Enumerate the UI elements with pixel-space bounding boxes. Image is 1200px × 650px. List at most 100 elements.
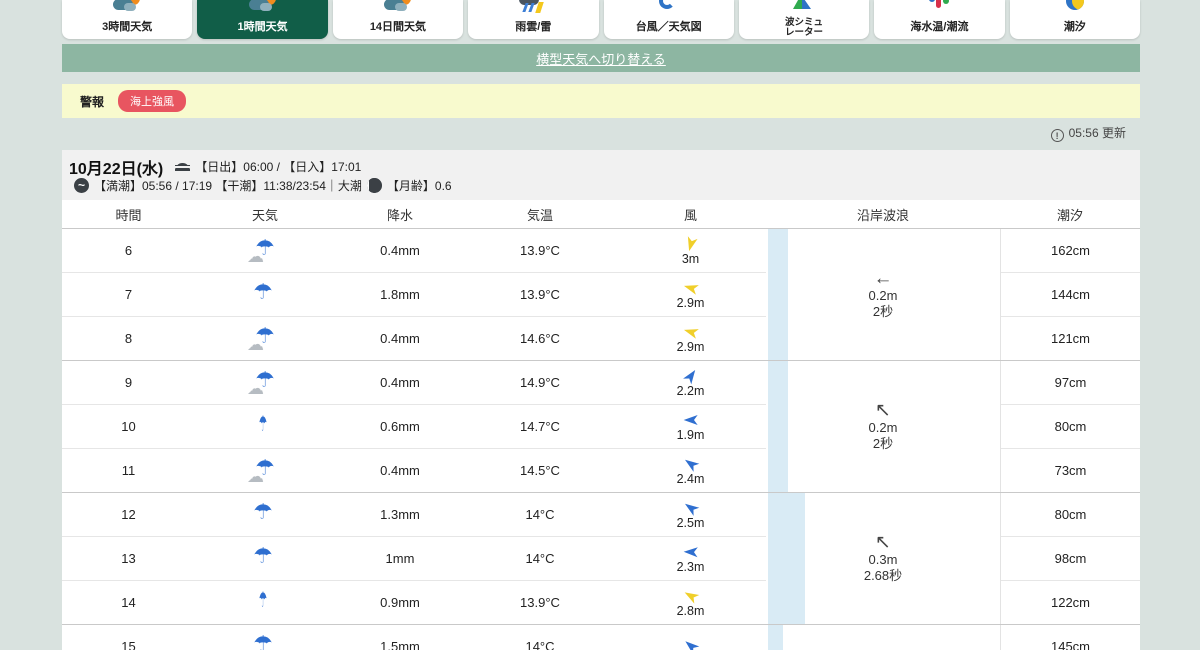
- hourly-rows: 6 ☁☂ 0.4mm 13.9°C 3m 7 ☁☂ 1.8mm 13.9°C 2…: [62, 229, 766, 650]
- tab-14day-weather[interactable]: 14日間天気: [332, 0, 464, 39]
- table-row: 12 ☁☂ 1.3mm 14°C 2.5m: [62, 493, 766, 537]
- umbrella-icon: ☂: [253, 543, 273, 568]
- wind-cell: 2.2m: [615, 368, 766, 398]
- sunrise-icon: [175, 159, 191, 174]
- umbrella-icon: ☂: [253, 631, 273, 650]
- tab-tide[interactable]: 潮汐: [1009, 0, 1140, 39]
- weather-cell: ☁☂: [195, 278, 335, 311]
- moon-age: 【月齢】0.6: [386, 179, 452, 193]
- wave-height: 0.2m: [868, 420, 898, 435]
- temp-value: 13.9°C: [520, 287, 560, 302]
- tab-3hour-weather[interactable]: 3時間天気: [62, 0, 193, 39]
- tide-value: 73cm: [1001, 449, 1140, 493]
- weather-cell: ☁☂: [195, 322, 335, 355]
- precip-value: 0.9mm: [380, 595, 420, 610]
- tab-typhoon-chart[interactable]: 台風／天気図: [603, 0, 734, 39]
- wind-direction-icon: [681, 322, 701, 342]
- tide-value: 97cm: [1001, 361, 1140, 405]
- hourly-forecast-card: 10月22日(水) 【日出】06:00 / 【日入】17:01 【満潮】05:5…: [62, 150, 1140, 650]
- hour-value: 12: [121, 507, 136, 522]
- precip-value: 0.4mm: [380, 331, 420, 346]
- weather-cell: ☁☂: [195, 586, 335, 619]
- temp-value: 14.6°C: [520, 331, 560, 346]
- rain-weather-icon: ☁☂: [247, 366, 282, 398]
- wave-height-bar: [768, 625, 783, 650]
- tab-label: 台風／天気図: [635, 21, 702, 33]
- warning-badge[interactable]: 海上強風: [118, 90, 187, 112]
- weather-cell: ☁☂: [195, 542, 335, 575]
- tide-value: 121cm: [1001, 317, 1140, 361]
- wind-direction-icon: [679, 635, 702, 650]
- weather-cell: ☁☂: [195, 234, 335, 267]
- sunrise-sunset-times: 【日出】06:00 / 【日入】17:01: [195, 160, 362, 174]
- hour-value: 11: [121, 463, 136, 478]
- wave-group: ↖ 0.3m 2.68秒: [766, 493, 1000, 625]
- group-divider: [62, 492, 1140, 493]
- table-row: 8 ☁ ☂ 0.4mm 14.6°C 2.9m: [62, 317, 766, 361]
- table-row: 9 ☁ ☂ 0.4mm 14.9°C 2.2m: [62, 361, 766, 405]
- col-header-wind: 風: [683, 207, 697, 223]
- coastal-wave-column: ← 0.2m 2秒 ↖ 0.2m 2秒 ↖ 0.3m 2.68秒: [766, 229, 1000, 650]
- tab-wave-simulator[interactable]: 波シミュ レーター: [738, 0, 870, 39]
- wind-cell: 2.5m: [615, 500, 766, 530]
- rain-weather-icon: ☁☂: [248, 542, 282, 572]
- wind-speed: 2.9m: [676, 295, 705, 310]
- table-row: 10 ☁☂ 0.6mm 14.7°C 1.9m: [62, 405, 766, 449]
- rain-weather-icon: ☁☂: [247, 234, 282, 266]
- temp-value: 14.9°C: [520, 375, 560, 390]
- wave-height: 0.2m: [868, 288, 898, 303]
- tab-1hour-weather[interactable]: 1時間天気: [197, 0, 328, 39]
- rain-weather-icon: ☁☂: [248, 630, 282, 650]
- wind-cell: [615, 638, 766, 650]
- rain-weather-icon: ☁☂: [247, 454, 282, 486]
- table-header: 時間 天気 降水 気温 風 沿岸波浪 潮汐: [62, 200, 1140, 229]
- precip-value: 0.4mm: [380, 463, 420, 478]
- tide-value: 98cm: [1001, 537, 1140, 581]
- hour-value: 15: [121, 639, 136, 650]
- wind-speed: 2.2m: [676, 383, 705, 398]
- wind-speed: 2.5m: [676, 515, 705, 530]
- wave-direction-icon: ←: [873, 268, 893, 289]
- umbrella-icon: ☂: [255, 367, 275, 392]
- info-icon: !: [1050, 129, 1064, 142]
- rain-weather-icon: ☁☂: [248, 410, 282, 440]
- temp-value: 14.7°C: [520, 419, 560, 434]
- wind-direction-icon: [683, 412, 699, 428]
- tide-value: 122cm: [1001, 581, 1140, 625]
- rain-weather-icon: ☁☂: [248, 498, 282, 528]
- wave-group: [766, 625, 1000, 650]
- wave-height: 0.3m: [868, 552, 898, 567]
- table-row: 15 ☁☂ 1.5mm 14°C: [62, 625, 766, 650]
- hour-value: 6: [124, 243, 133, 258]
- wind-cell: 2.3m: [615, 544, 766, 574]
- moon-icon: [366, 178, 382, 193]
- table-row: 7 ☁☂ 1.8mm 13.9°C 2.9m: [62, 273, 766, 317]
- weather-cell: ☁☂: [195, 454, 335, 487]
- tab-label: 海水温/潮流: [910, 21, 969, 33]
- wind-cell: 2.9m: [615, 324, 766, 354]
- tab-label: 雨雲/雷: [515, 21, 552, 33]
- weather-cell: ☁☂: [195, 630, 335, 650]
- tide-value: 144cm: [1001, 273, 1140, 317]
- tab-label: 14日間天気: [369, 21, 427, 33]
- group-divider: [62, 360, 1140, 361]
- tide-column: 162cm 144cm 121cm 97cm 80cm 73cm 80cm 98…: [1000, 229, 1140, 650]
- wind-speed: 2.4m: [676, 471, 705, 486]
- tab-label: 潮汐: [1063, 21, 1086, 33]
- weather-cell: ☁☂: [195, 366, 335, 399]
- wave-period: 2秒: [872, 436, 894, 451]
- wind-direction-icon: [681, 278, 701, 298]
- switch-to-horizontal-link[interactable]: 横型天気へ切り替える: [536, 49, 666, 68]
- tab-rain-radar[interactable]: 雨雲/雷: [468, 0, 599, 39]
- col-header-temp: 気温: [526, 207, 553, 223]
- hour-value: 8: [124, 331, 133, 346]
- weather-icon: [383, 0, 412, 14]
- date-header: 10月22日(水) 【日出】06:00 / 【日入】17:01 【満潮】05:5…: [62, 150, 1140, 200]
- table-body: 6 ☁☂ 0.4mm 13.9°C 3m 7 ☁☂ 1.8mm 13.9°C 2…: [62, 229, 1140, 650]
- wind-speed: 2.3m: [676, 559, 705, 574]
- wave-group: ← 0.2m 2秒: [766, 229, 1000, 361]
- warning-band: 警報 海上強風: [62, 84, 1140, 118]
- tide-value: 145cm: [1001, 625, 1140, 650]
- tab-sea-temp-current[interactable]: 海水温/潮流: [874, 0, 1005, 39]
- wind-cell: 2.4m: [615, 456, 766, 486]
